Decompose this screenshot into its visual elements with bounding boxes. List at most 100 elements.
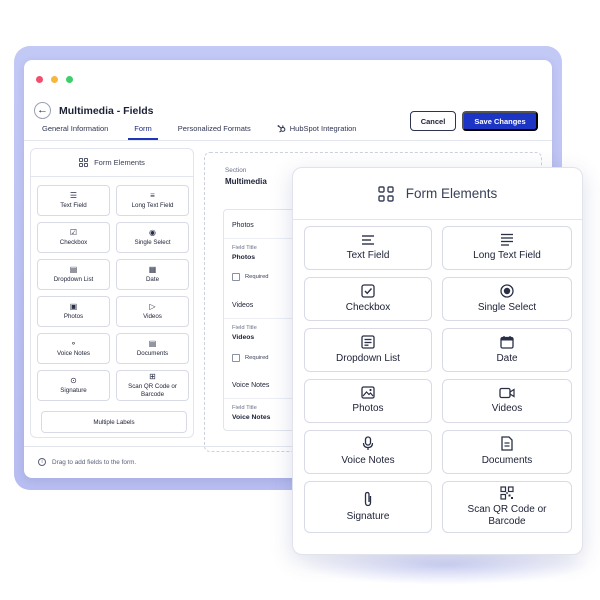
element-label: Long Text Field	[473, 250, 541, 262]
tab-hubspot-integration[interactable]: HubSpot Integration	[277, 124, 356, 140]
element-label: Videos	[143, 312, 162, 320]
element-label: Documents	[481, 455, 533, 467]
page-header: ← Multimedia - Fields	[34, 102, 154, 119]
element-dropdown-list[interactable]: Dropdown List	[304, 328, 432, 372]
element-signature[interactable]: Signature	[304, 481, 432, 533]
tab-bar: General Information Form Personalized Fo…	[42, 124, 382, 140]
dropdown-list-icon: ▤	[69, 264, 78, 274]
element-label: Text Field	[346, 249, 390, 261]
element-single-select[interactable]: Single Select	[442, 277, 572, 321]
element-documents[interactable]: ▤ Documents	[116, 333, 189, 364]
field-videos-title: Videos	[232, 302, 254, 309]
field-photos-title: Photos	[232, 222, 254, 229]
element-documents[interactable]: Documents	[442, 430, 572, 474]
element-label: Dropdown List	[53, 275, 94, 283]
element-label: Voice Notes	[341, 455, 395, 467]
section-value: Multimedia	[225, 177, 267, 186]
close-dot[interactable]	[36, 76, 43, 83]
element-photos[interactable]: ▣ Photos	[37, 296, 110, 327]
element-text-field[interactable]: ☰ Text Field	[37, 185, 110, 216]
element-label: Signature	[60, 386, 87, 394]
qr-code-icon	[500, 485, 514, 500]
element-dropdown-list[interactable]: ▤ Dropdown List	[37, 259, 110, 290]
image-icon: ▣	[69, 301, 78, 311]
page-title: Multimedia - Fields	[59, 104, 154, 117]
tab-personalized-formats[interactable]: Personalized Formats	[178, 124, 251, 140]
element-date[interactable]: Date	[442, 328, 572, 372]
element-label: Single Select	[477, 301, 537, 313]
tab-form[interactable]: Form	[128, 124, 158, 140]
save-changes-button[interactable]: Save Changes	[462, 111, 538, 131]
stage: ← Multimedia - Fields General Informatio…	[0, 0, 600, 600]
tab-label: General Information	[42, 124, 109, 133]
element-text-field[interactable]: Text Field	[304, 226, 432, 270]
video-icon	[499, 387, 515, 399]
element-label: Checkbox	[345, 301, 391, 313]
element-videos[interactable]: Videos	[442, 379, 572, 423]
paperclip-icon	[363, 491, 373, 507]
checkbox-icon	[232, 273, 240, 281]
long-text-icon	[500, 233, 514, 246]
tab-general-information[interactable]: General Information	[42, 124, 108, 140]
required-checkbox[interactable]: Required	[232, 273, 269, 281]
element-long-text-field[interactable]: ≡ Long Text Field	[116, 185, 189, 216]
cancel-button[interactable]: Cancel	[410, 111, 456, 131]
element-label: Date	[496, 352, 518, 364]
field-title-label: Field Title	[232, 405, 257, 411]
element-label: Documents	[136, 349, 169, 357]
arrow-left-icon: ←	[37, 104, 48, 116]
required-label: Required	[245, 355, 269, 361]
element-label: Long Text Field	[131, 201, 174, 209]
element-label: Single Select	[134, 238, 171, 246]
multiple-labels-button[interactable]: Multiple Labels	[41, 411, 187, 433]
required-checkbox[interactable]: Required	[232, 354, 269, 362]
form-elements-grid-large: Text Field Long Text Field Checkbox Sing…	[304, 226, 572, 533]
radio-icon: ◉	[149, 227, 156, 237]
field-title-label: Field Title	[232, 325, 257, 331]
element-label: Scan QR Code or Barcode	[128, 383, 177, 398]
element-date[interactable]: ▦ Date	[116, 259, 189, 290]
window-controls	[36, 76, 73, 83]
element-scan-qr-code[interactable]: Scan QR Code or Barcode	[442, 481, 572, 533]
element-label: Photos	[352, 403, 384, 415]
paperclip-icon: ⊙	[70, 375, 77, 385]
element-voice-notes[interactable]: ⚬ Voice Notes	[37, 333, 110, 364]
text-lines-icon: ☰	[69, 190, 78, 200]
checkbox-icon	[361, 284, 375, 298]
element-checkbox[interactable]: Checkbox	[304, 277, 432, 321]
form-elements-panel-small: Form Elements ☰ Text Field ≡ Long Text Fie…	[30, 148, 194, 438]
checkbox-icon: ☑	[69, 227, 78, 237]
microphone-icon	[362, 436, 374, 451]
field-title-value[interactable]: Voice Notes	[232, 414, 270, 421]
form-elements-panel-large: Form Elements Text Field Long Text Field…	[292, 167, 583, 555]
back-button[interactable]: ←	[34, 102, 51, 119]
minimize-dot[interactable]	[51, 76, 58, 83]
required-label: Required	[245, 274, 269, 280]
microphone-icon: ⚬	[70, 338, 77, 348]
element-label: Photos	[63, 312, 84, 320]
form-elements-title: Form Elements	[405, 186, 498, 201]
element-scan-qr-code[interactable]: ⊞ Scan QR Code or Barcode	[116, 370, 189, 401]
element-long-text-field[interactable]: Long Text Field	[442, 226, 572, 270]
calendar-icon	[500, 335, 514, 349]
field-title-value[interactable]: Videos	[232, 334, 254, 341]
element-signature[interactable]: ⊙ Signature	[37, 370, 110, 401]
element-photos[interactable]: Photos	[304, 379, 432, 423]
drag-hint: i Drag to add fields to the form.	[38, 458, 136, 466]
element-single-select[interactable]: ◉ Single Select	[116, 222, 189, 253]
checkbox-icon	[232, 354, 240, 362]
element-label: Voice Notes	[56, 349, 91, 357]
element-label: Checkbox	[59, 238, 88, 246]
hint-text: Drag to add fields to the form.	[52, 458, 137, 466]
field-title-value[interactable]: Photos	[232, 254, 255, 261]
calendar-icon: ▦	[148, 264, 157, 274]
element-voice-notes[interactable]: Voice Notes	[304, 430, 432, 474]
tab-label: Personalized Formats	[177, 124, 251, 133]
field-voice-notes-title: Voice Notes	[232, 382, 270, 389]
form-elements-title: Form Elements	[94, 158, 145, 167]
dropdown-list-icon	[361, 335, 375, 349]
element-videos[interactable]: ▷ Videos	[116, 296, 189, 327]
element-checkbox[interactable]: ☑ Checkbox	[37, 222, 110, 253]
section-label: Section	[225, 167, 247, 174]
maximize-dot[interactable]	[66, 76, 73, 83]
